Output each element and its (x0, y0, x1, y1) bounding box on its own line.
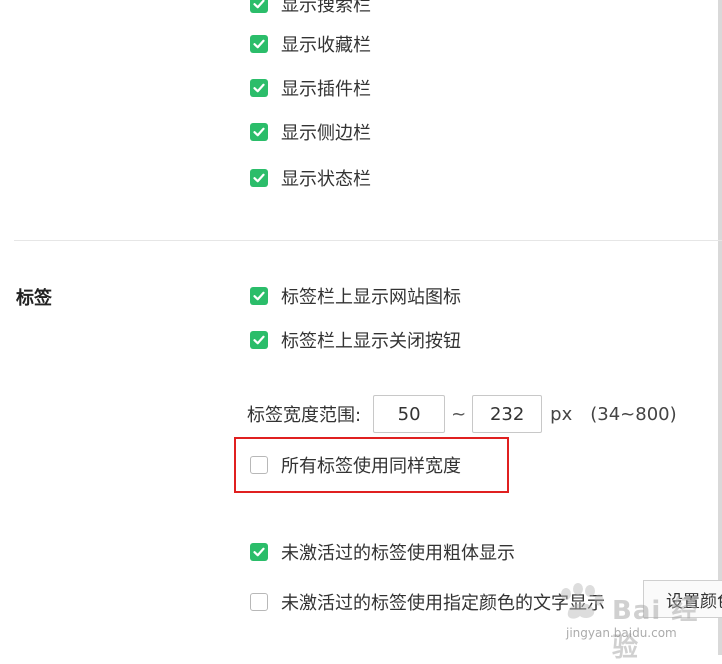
paw-watermark-icon (561, 583, 604, 619)
option-label: 未激活过的标签使用粗体显示 (281, 543, 515, 564)
tab-width-min-input[interactable] (373, 395, 446, 433)
checkbox-checked-icon[interactable] (250, 169, 268, 187)
section-title-tabs: 标签 (16, 288, 52, 309)
option-label: 显示搜索栏 (281, 0, 371, 16)
option-show-plugin-bar[interactable]: 显示插件栏 (250, 76, 371, 100)
tab-width-range: 标签宽度范围: ~ px (34~800) (247, 394, 677, 434)
checkbox-checked-icon[interactable] (250, 543, 268, 561)
unit-label: px (550, 403, 573, 425)
watermark-url: jingyan.baidu.com (566, 626, 677, 640)
option-inactive-bold[interactable]: 未激活过的标签使用粗体显示 (250, 540, 515, 564)
option-show-site-icon[interactable]: 标签栏上显示网站图标 (250, 284, 461, 308)
option-label: 显示插件栏 (281, 79, 371, 100)
range-hint: (34~800) (590, 403, 677, 425)
option-label: 标签栏上显示关闭按钮 (281, 331, 461, 352)
option-show-close-button[interactable]: 标签栏上显示关闭按钮 (250, 328, 461, 352)
checkbox-checked-icon[interactable] (250, 331, 268, 349)
option-show-favorites-bar[interactable]: 显示收藏栏 (250, 32, 371, 56)
option-label: 显示侧边栏 (281, 123, 371, 144)
option-inactive-color[interactable]: 未激活过的标签使用指定颜色的文字显示 (250, 590, 605, 614)
checkbox-checked-icon[interactable] (250, 0, 268, 13)
tab-width-max-input[interactable] (472, 395, 543, 433)
tab-width-label: 标签宽度范围: (247, 405, 362, 426)
option-label: 显示收藏栏 (281, 35, 371, 56)
section-divider (14, 240, 722, 241)
checkbox-checked-icon[interactable] (250, 35, 268, 53)
checkbox-unchecked-icon[interactable] (250, 593, 268, 611)
annotation-highlight-box (234, 437, 509, 493)
checkbox-checked-icon[interactable] (250, 123, 268, 141)
checkbox-checked-icon[interactable] (250, 79, 268, 97)
window-right-edge (718, 0, 722, 655)
option-label: 标签栏上显示网站图标 (281, 287, 461, 308)
option-show-search-bar[interactable]: 显示搜索栏 (250, 0, 371, 16)
option-show-status-bar[interactable]: 显示状态栏 (250, 166, 371, 190)
option-label: 显示状态栏 (281, 169, 371, 190)
range-separator: ~ (451, 403, 467, 425)
checkbox-checked-icon[interactable] (250, 287, 268, 305)
option-show-sidebar[interactable]: 显示侧边栏 (250, 120, 371, 144)
